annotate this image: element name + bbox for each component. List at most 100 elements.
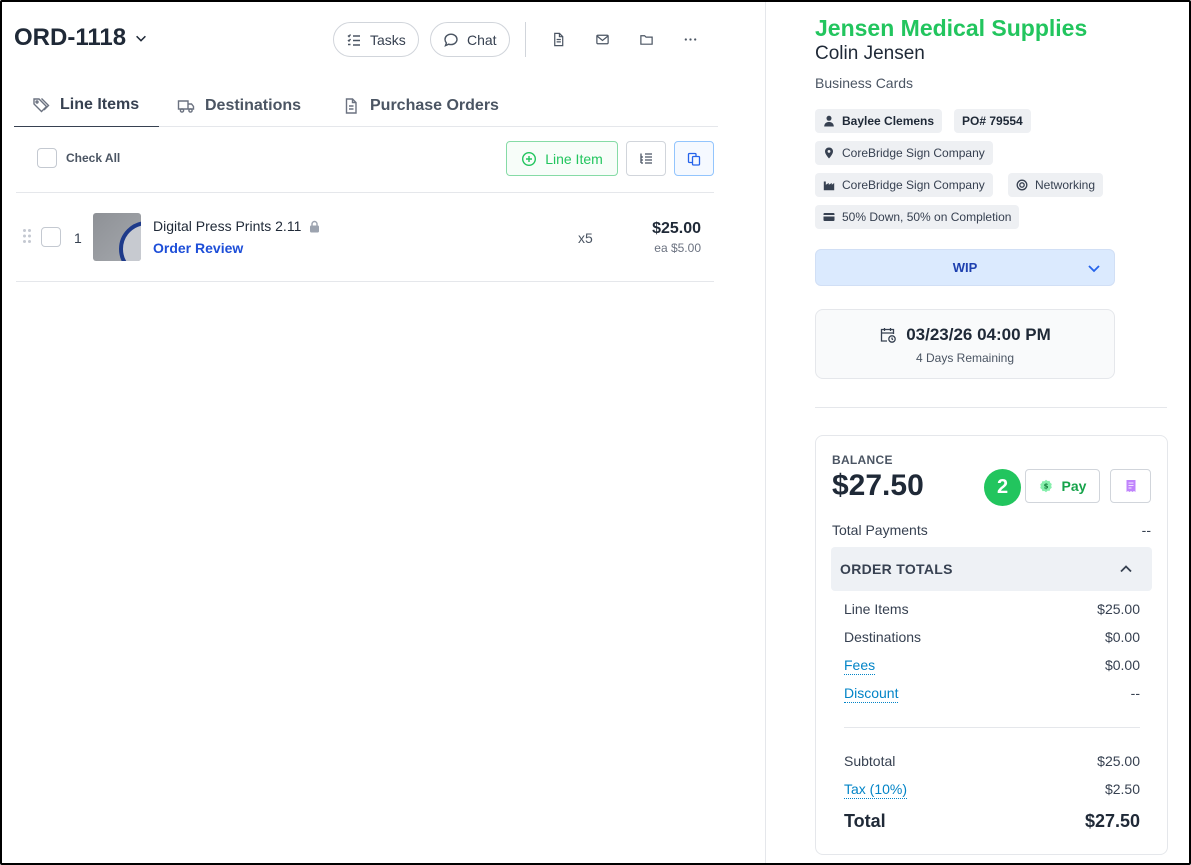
document-icon	[345, 97, 357, 114]
target-icon	[1016, 179, 1028, 191]
contact-name[interactable]: Colin Jensen	[815, 43, 925, 65]
factory-icon	[823, 181, 835, 191]
dollar-badge-icon: $	[1039, 479, 1052, 493]
check-all-control[interactable]: Check All	[37, 148, 120, 168]
more-icon	[684, 37, 696, 41]
totals-destinations-value: $0.00	[1104, 629, 1140, 645]
order-description: Business Cards	[815, 75, 914, 91]
payment-terms-chip[interactable]: 50% Down, 50% on Completion	[815, 205, 1020, 229]
totals-fees-value: $0.00	[1104, 657, 1140, 673]
product-name-line: Digital Press Prints 2.11	[153, 218, 320, 234]
days-remaining: 4 Days Remaining	[915, 351, 1015, 365]
total-payments-label: Total Payments	[832, 522, 928, 538]
order-title-dropdown[interactable]: ORD-1118	[14, 24, 148, 52]
tab-line-items[interactable]: Line Items	[14, 84, 159, 127]
payment-terms: 50% Down, 50% on Completion	[842, 210, 1012, 224]
order-totals-title: ORDER TOTALS	[840, 561, 953, 577]
totals-line-items-label: Line Items	[844, 601, 909, 617]
lock-icon	[310, 220, 320, 232]
folder-icon	[639, 34, 653, 45]
salesperson-chip[interactable]: Baylee Clemens	[815, 109, 943, 133]
tab-purchase-orders[interactable]: Purchase Orders	[324, 84, 499, 127]
balance-label: BALANCE	[832, 453, 893, 467]
due-date-card[interactable]: 03/23/26 04:00 PM 4 Days Remaining	[815, 309, 1115, 379]
totals-divider	[844, 727, 1140, 728]
add-line-item-label: Line Item	[545, 150, 603, 167]
map-pin-icon	[825, 147, 833, 159]
tree-list-icon	[640, 152, 652, 164]
po-number: PO# 79554	[962, 114, 1023, 128]
email-button[interactable]	[591, 28, 613, 50]
tax-link[interactable]: Tax (10%)	[844, 781, 908, 799]
line-item-quantity: x5	[578, 230, 593, 246]
totals-total-label: Total	[844, 811, 886, 831]
totals-subtotal-value: $25.00	[1097, 753, 1140, 769]
right-panel-divider	[815, 407, 1167, 408]
totals-destinations-label: Destinations	[844, 629, 922, 645]
totals-subtotal-row: Subtotal $25.00	[844, 753, 1140, 773]
pay-button[interactable]: $ Pay	[1025, 469, 1100, 503]
list-divider-bottom	[16, 281, 714, 282]
tree-view-button[interactable]	[626, 141, 666, 176]
company-site-chip[interactable]: CoreBridge Sign Company	[815, 173, 993, 197]
tab-label: Destinations	[205, 96, 302, 114]
plus-circle-icon	[522, 151, 537, 166]
chat-bubble-icon	[444, 32, 458, 47]
mail-icon	[595, 34, 609, 44]
credit-card-icon	[823, 213, 835, 221]
location-chip[interactable]: CoreBridge Sign Company	[815, 141, 993, 165]
total-payments-value: --	[1141, 522, 1151, 538]
copy-button[interactable]	[674, 141, 714, 176]
balance-card: BALANCE $27.50 2 $ Pay Total Payments --…	[815, 435, 1168, 855]
check-all-checkbox[interactable]	[37, 148, 57, 168]
chat-button[interactable]: Chat	[430, 22, 510, 57]
totals-line-items-value: $25.00	[1097, 601, 1140, 617]
status-select[interactable]: WIP	[815, 249, 1115, 286]
totals-subtotal-label: Subtotal	[844, 753, 896, 769]
discount-link[interactable]: Discount	[844, 685, 899, 703]
line-item-row[interactable]: 1 Digital Press Prints 2.11 Order Review…	[16, 193, 714, 281]
payment-count-badge[interactable]: 2	[984, 469, 1021, 506]
due-date: 03/23/26 04:00 PM	[906, 325, 1051, 344]
tasks-label: Tasks	[370, 31, 406, 48]
tab-bar: Line Items Destinations Purchase Orders	[14, 84, 718, 127]
company-name-link[interactable]: Jensen Medical Supplies	[815, 15, 1087, 42]
origin-chip[interactable]: Networking	[1008, 173, 1104, 197]
tasks-button[interactable]: Tasks	[333, 22, 419, 57]
product-thumbnail[interactable]	[93, 213, 141, 261]
tag-icon	[33, 98, 50, 113]
toolbar-divider	[525, 22, 526, 57]
line-item-status-link[interactable]: Order Review	[153, 240, 243, 256]
company-site-name: CoreBridge Sign Company	[842, 178, 985, 192]
fees-link[interactable]: Fees	[844, 657, 876, 675]
receipt-button[interactable]	[1110, 469, 1151, 503]
chevron-down-icon	[1088, 265, 1100, 273]
document-button[interactable]	[547, 28, 569, 50]
pay-label: Pay	[1061, 478, 1087, 494]
more-options-button[interactable]	[679, 28, 701, 50]
totals-discount-value: --	[1130, 685, 1140, 701]
totals-total-row: Total $27.50	[844, 811, 1140, 831]
product-name[interactable]: Digital Press Prints 2.11	[153, 218, 301, 234]
order-id: ORD-1118	[14, 24, 127, 51]
status-value: WIP	[952, 260, 978, 275]
po-number-chip[interactable]: PO# 79554	[954, 109, 1031, 133]
line-item-each-price: ea $5.00	[654, 241, 701, 255]
tab-label: Purchase Orders	[370, 96, 499, 114]
tab-label: Line Items	[60, 96, 140, 113]
user-icon	[824, 115, 834, 127]
truck-icon	[177, 99, 195, 113]
totals-tax-row: Tax (10%) $2.50	[844, 781, 1140, 801]
line-item-checkbox[interactable]	[41, 227, 61, 247]
folder-button[interactable]	[635, 28, 657, 50]
totals-line-items-row: Line Items $25.00	[844, 601, 1140, 621]
tab-destinations[interactable]: Destinations	[159, 84, 301, 127]
origin-name: Networking	[1035, 178, 1096, 192]
drag-handle-icon[interactable]	[22, 228, 32, 244]
add-line-item-button[interactable]: Line Item	[506, 141, 618, 176]
totals-discount-row: Discount --	[844, 685, 1140, 705]
order-totals-header[interactable]: ORDER TOTALS	[831, 547, 1152, 591]
totals-total-value: $27.50	[1084, 811, 1140, 831]
order-main-panel: ORD-1118 Tasks Chat Line Items Destinati…	[0, 0, 766, 865]
line-item-price: $25.00	[652, 220, 701, 237]
